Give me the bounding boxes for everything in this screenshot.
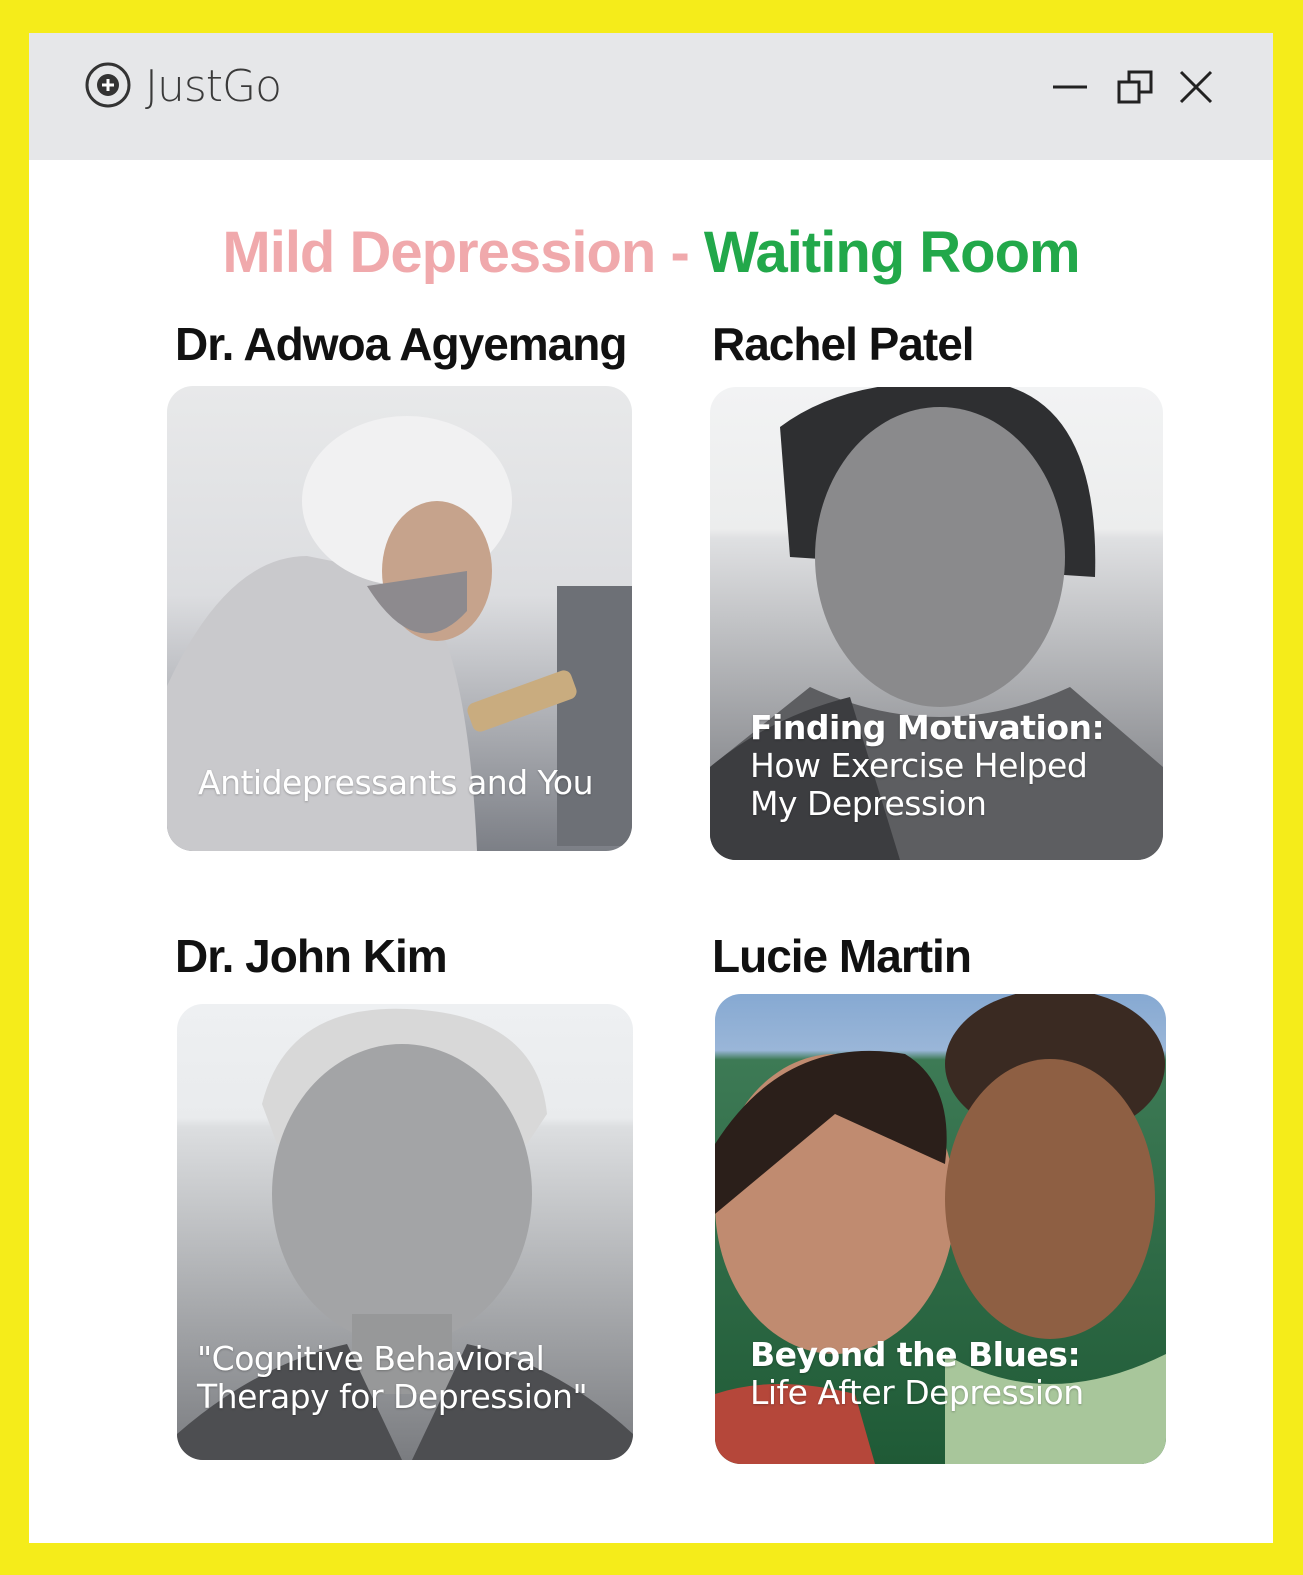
host-name: Dr. John Kim <box>175 930 448 982</box>
room-card-beyond-the-blues[interactable]: Beyond the Blues: Life After Depression <box>715 994 1166 1464</box>
session-title-line: Antidepressants and You <box>198 763 594 802</box>
session-title: Beyond the Blues: Life After Depression <box>750 1336 1084 1412</box>
page-title-room: Waiting Room <box>703 220 1081 285</box>
app-logo-icon <box>85 62 131 108</box>
session-title: "Cognitive Behavioral Therapy for Depres… <box>197 1339 588 1416</box>
minimize-button[interactable] <box>1050 67 1090 107</box>
session-title-line: My Depression <box>750 784 987 823</box>
session-title: Antidepressants and You <box>198 763 594 802</box>
host-name: Rachel Patel <box>712 318 975 370</box>
room-card-antidepressants[interactable]: Antidepressants and You <box>167 386 632 851</box>
app-name: JustGo <box>145 61 282 112</box>
minimize-icon <box>1053 85 1087 89</box>
session-title-line: Therapy for Depression" <box>197 1377 588 1416</box>
session-title-line: "Cognitive Behavioral <box>197 1339 545 1378</box>
session-title-heading: Finding Motivation: <box>750 708 1105 747</box>
host-name: Dr. Adwoa Agyemang <box>175 318 627 370</box>
restore-button[interactable] <box>1116 67 1156 107</box>
title-bar: JustGo <box>29 33 1273 160</box>
session-title: Finding Motivation: How Exercise Helped … <box>750 708 1105 823</box>
room-card-cbt[interactable]: "Cognitive Behavioral Therapy for Depres… <box>177 1004 633 1460</box>
room-card-finding-motivation[interactable]: Finding Motivation: How Exercise Helped … <box>710 387 1163 860</box>
page-title: Mild Depression - Waiting Room <box>29 219 1273 286</box>
close-button[interactable] <box>1176 67 1216 107</box>
session-title-line: Life After Depression <box>750 1373 1084 1412</box>
close-icon <box>1179 70 1213 104</box>
app-window: JustGo Mild Depression - Waiting Room Dr… <box>29 33 1273 1543</box>
session-title-line: How Exercise Helped <box>750 746 1088 785</box>
restore-icon <box>1117 70 1153 104</box>
host-name: Lucie Martin <box>712 930 972 982</box>
session-title-heading: Beyond the Blues: <box>750 1335 1081 1374</box>
page-title-topic: Mild Depression - <box>222 220 689 285</box>
